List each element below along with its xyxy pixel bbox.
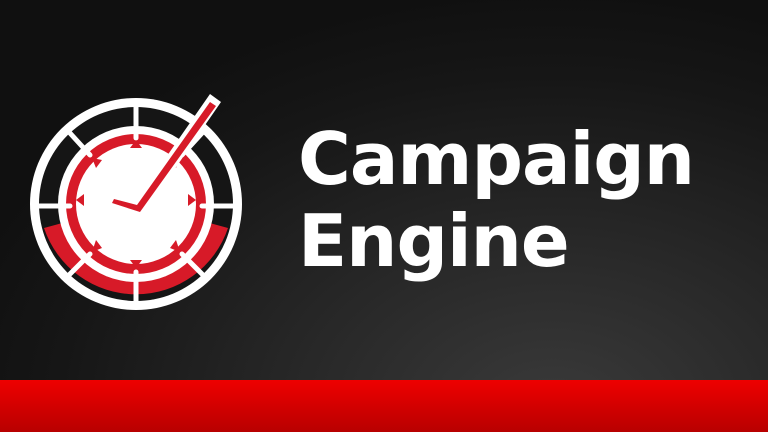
gauge-checkmark-icon	[30, 94, 242, 310]
brand-banner: Campaign Engine	[0, 0, 768, 432]
brand-name-line-2: Engine	[298, 199, 570, 283]
bottom-accent-stripe	[0, 380, 768, 432]
brand-name-line-1: Campaign	[298, 117, 695, 201]
brand-wordmark: Campaign Engine	[298, 117, 695, 283]
